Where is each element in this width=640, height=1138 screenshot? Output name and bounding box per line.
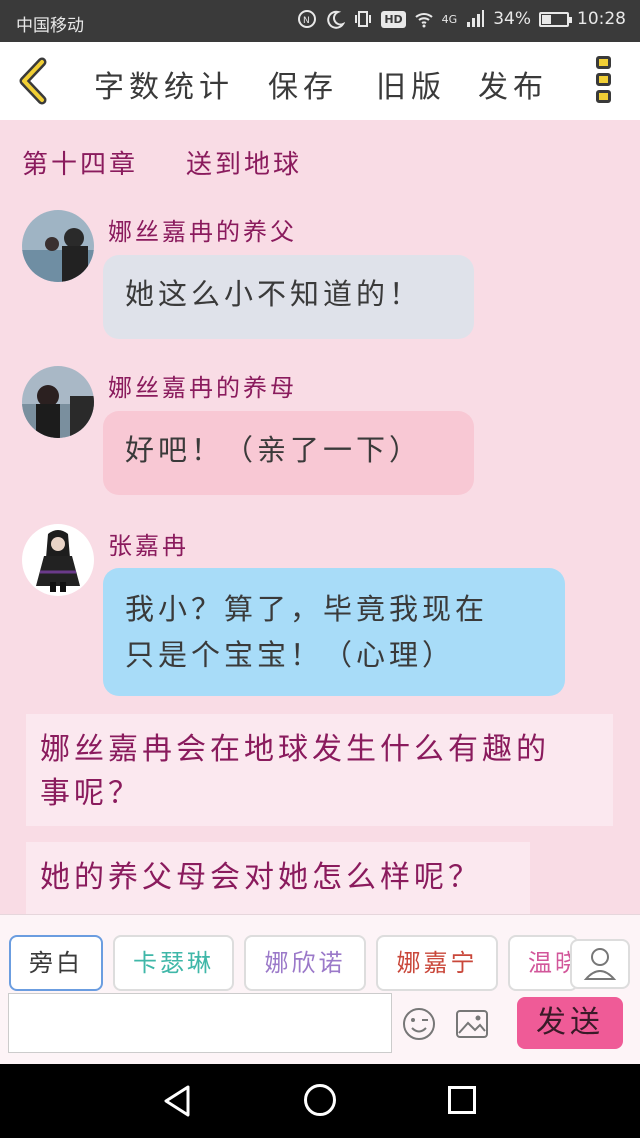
back-arrow-icon[interactable] — [14, 56, 54, 106]
wifi-icon — [415, 13, 433, 28]
send-button[interactable]: 发送 — [517, 997, 623, 1049]
hd-icon: HD — [381, 10, 406, 28]
character-chip[interactable]: 温晓 — [508, 935, 578, 991]
navigation-bar — [0, 1064, 640, 1138]
person-icon — [583, 948, 617, 980]
avatar[interactable] — [22, 524, 94, 596]
chapter-title: 送到地球 — [186, 150, 303, 180]
moon-icon — [327, 10, 346, 29]
character-chip-narrator[interactable]: 旁白 — [9, 935, 103, 991]
message-bubble[interactable]: 我小？算了，毕竟我现在 只是个宝宝！（心理） — [103, 568, 565, 696]
nav-recent-icon[interactable] — [448, 1086, 476, 1114]
avatar-image — [22, 524, 94, 596]
message-input[interactable] — [8, 993, 392, 1053]
nav-back-icon[interactable] — [162, 1084, 192, 1118]
avatar[interactable] — [22, 366, 94, 438]
clock: 10:28 — [577, 9, 626, 29]
character-chip[interactable]: 娜欣诺 — [244, 935, 366, 991]
chapter-number: 第十四章 — [22, 150, 139, 180]
battery-icon — [539, 11, 572, 27]
nav-home-icon[interactable] — [304, 1084, 336, 1116]
character-chip[interactable]: 娜嘉宁 — [376, 935, 498, 991]
image-icon[interactable] — [455, 1009, 489, 1039]
compose-panel: 旁白 卡瑟琳 娜欣诺 娜嘉宁 温晓 发送 — [0, 914, 640, 1064]
speaker-name: 娜丝嘉冉的养母 — [108, 374, 297, 402]
carrier-label: 中国移动 — [16, 16, 84, 36]
status-icons: N HD 4G 34% 10:28 — [297, 9, 626, 29]
word-count-button[interactable]: 字数统计 — [94, 62, 234, 106]
character-chip[interactable]: 卡瑟琳 — [113, 935, 234, 991]
speaker-name: 娜丝嘉冉的养父 — [108, 218, 297, 246]
add-character-button[interactable] — [570, 939, 630, 989]
save-button[interactable]: 保存 — [268, 62, 338, 106]
narration-line: 娜丝嘉冉会在地球发生什么有趣的 — [40, 732, 550, 767]
signal-icon — [467, 10, 485, 27]
status-bar: 中国移动 N HD 4G 34% 10:28 — [0, 0, 640, 42]
narration-line: 她的养父母会对她怎么样呢？ — [40, 860, 482, 895]
network-type: 4G — [441, 12, 458, 26]
chapter-heading: 第十四章 送到地球 — [22, 144, 302, 181]
message-bubble[interactable]: 她这么小不知道的！ — [103, 255, 474, 339]
message-line: 只是个宝宝！（心理） — [125, 638, 456, 672]
narration-card[interactable]: 她的养父母会对她怎么样呢？ — [26, 842, 530, 916]
avatar[interactable] — [22, 210, 94, 282]
battery-percent: 34% — [493, 9, 531, 29]
message-bubble[interactable]: 好吧！（亲了一下） — [103, 411, 474, 495]
old-version-button[interactable]: 旧版 — [376, 62, 446, 106]
nfc-icon: N — [298, 10, 317, 28]
svg-text:N: N — [303, 16, 310, 26]
vibrate-icon — [355, 11, 372, 27]
avatar-photo — [22, 366, 94, 438]
narration-line: 事呢？ — [40, 776, 142, 811]
emoji-icon[interactable] — [402, 1007, 436, 1041]
toolbar: 字数统计 保存 旧版 发布 — [0, 42, 640, 120]
more-menu-icon[interactable] — [596, 56, 614, 108]
narration-card[interactable]: 娜丝嘉冉会在地球发生什么有趣的 事呢？ — [26, 714, 613, 826]
speaker-name: 张嘉冉 — [108, 532, 189, 560]
publish-button[interactable]: 发布 — [478, 62, 548, 106]
avatar-photo — [22, 210, 94, 282]
message-line: 我小？算了，毕竟我现在 — [125, 592, 489, 626]
